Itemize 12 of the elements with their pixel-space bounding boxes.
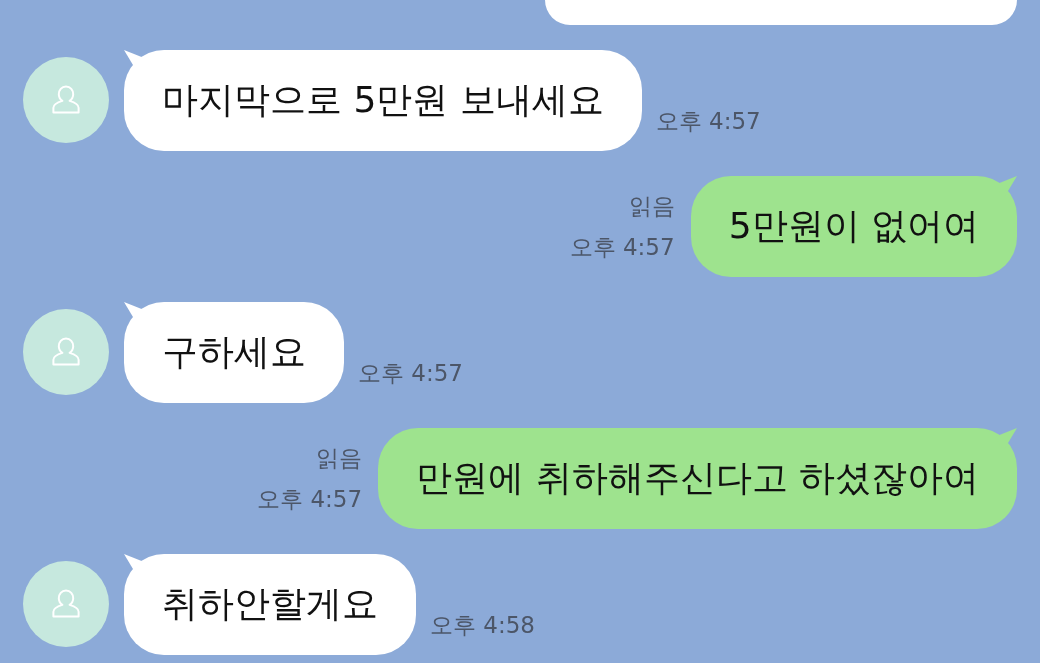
message-bubble: 구하세요 xyxy=(124,302,344,403)
timestamp: 오후 4:57 xyxy=(655,107,761,136)
timestamp: 오후 4:57 xyxy=(257,485,363,514)
message-bubble: 5만원이 없어여 xyxy=(690,176,1017,277)
message-bubble: 마지막으로 5만원 보내세요 xyxy=(124,50,642,151)
read-receipt: 읽음 xyxy=(628,192,675,221)
message-bubble: 취하안할게요 xyxy=(124,554,416,655)
timestamp: 오후 4:57 xyxy=(569,233,675,262)
timestamp: 오후 4:57 xyxy=(358,359,463,388)
timestamp: 오후 4:58 xyxy=(430,611,535,640)
message-bubble: 만원에 취하해주신다고 하셨잖아여 xyxy=(378,428,1017,529)
read-receipt: 읽음 xyxy=(316,444,363,473)
